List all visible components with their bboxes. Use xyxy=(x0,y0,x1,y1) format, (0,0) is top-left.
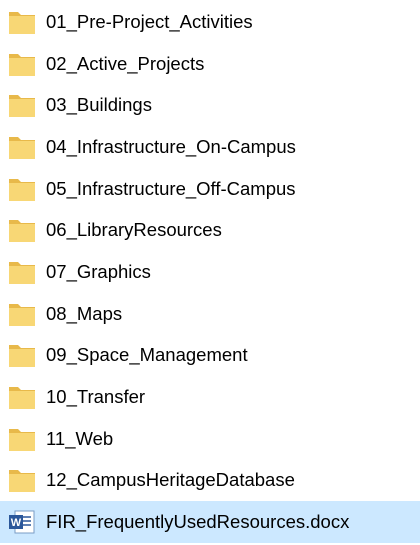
folder-row-11[interactable]: 11_Web xyxy=(0,418,420,460)
word-document-icon: W xyxy=(9,510,35,534)
folder-icon xyxy=(9,470,35,493)
folder-row-12[interactable]: 12_CampusHeritageDatabase xyxy=(0,460,420,502)
folder-label: 08_Maps xyxy=(46,302,123,324)
folder-label: 12_CampusHeritageDatabase xyxy=(46,469,295,491)
folder-label: 01_Pre-Project_Activities xyxy=(46,10,253,32)
file-list: 01_Pre-Project_Activities 02_Active_Proj… xyxy=(0,0,420,545)
folder-label: 10_Transfer xyxy=(46,386,146,408)
file-label: FIR_FrequentlyUsedResources.docx xyxy=(46,511,350,533)
folder-icon xyxy=(9,136,35,159)
folder-row-01[interactable]: 01_Pre-Project_Activities xyxy=(0,1,420,43)
folder-label: 02_Active_Projects xyxy=(46,52,205,74)
folder-icon xyxy=(9,11,35,34)
folder-label: 09_Space_Management xyxy=(46,344,248,366)
folder-row-10[interactable]: 10_Transfer xyxy=(0,376,420,418)
folder-row-03[interactable]: 03_Buildings xyxy=(0,84,420,126)
folder-row-09[interactable]: 09_Space_Management xyxy=(0,335,420,377)
folder-row-06[interactable]: 06_LibraryResources xyxy=(0,209,420,251)
folder-icon xyxy=(9,345,35,368)
folder-label: 05_Infrastructure_Off-Campus xyxy=(46,177,296,199)
folder-icon xyxy=(9,178,35,201)
folder-icon xyxy=(9,428,35,451)
folder-label: 11_Web xyxy=(46,427,114,449)
folder-icon xyxy=(9,261,35,284)
folder-label: 03_Buildings xyxy=(46,94,152,116)
folder-icon xyxy=(9,387,35,410)
file-row-selected[interactable]: W FIR_FrequentlyUsedResources.docx xyxy=(0,501,420,543)
folder-label: 06_LibraryResources xyxy=(46,219,222,241)
folder-icon xyxy=(9,95,35,118)
folder-row-08[interactable]: 08_Maps xyxy=(0,293,420,335)
folder-icon xyxy=(9,220,35,243)
folder-icon xyxy=(9,53,35,76)
folder-label: 04_Infrastructure_On-Campus xyxy=(46,135,296,157)
folder-row-04[interactable]: 04_Infrastructure_On-Campus xyxy=(0,126,420,168)
folder-row-05[interactable]: 05_Infrastructure_Off-Campus xyxy=(0,168,420,210)
folder-icon xyxy=(9,303,35,326)
svg-text:W: W xyxy=(11,517,22,529)
folder-row-02[interactable]: 02_Active_Projects xyxy=(0,43,420,85)
folder-label: 07_Graphics xyxy=(46,260,151,282)
folder-row-07[interactable]: 07_Graphics xyxy=(0,251,420,293)
